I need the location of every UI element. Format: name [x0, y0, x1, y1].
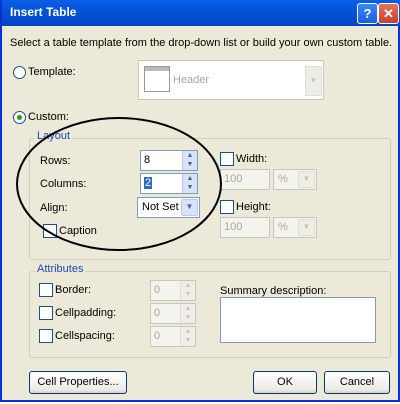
insert-table-dialog: Insert Table ? ✕ Select a table template… — [0, 0, 400, 402]
annotation-ellipse — [16, 117, 222, 251]
